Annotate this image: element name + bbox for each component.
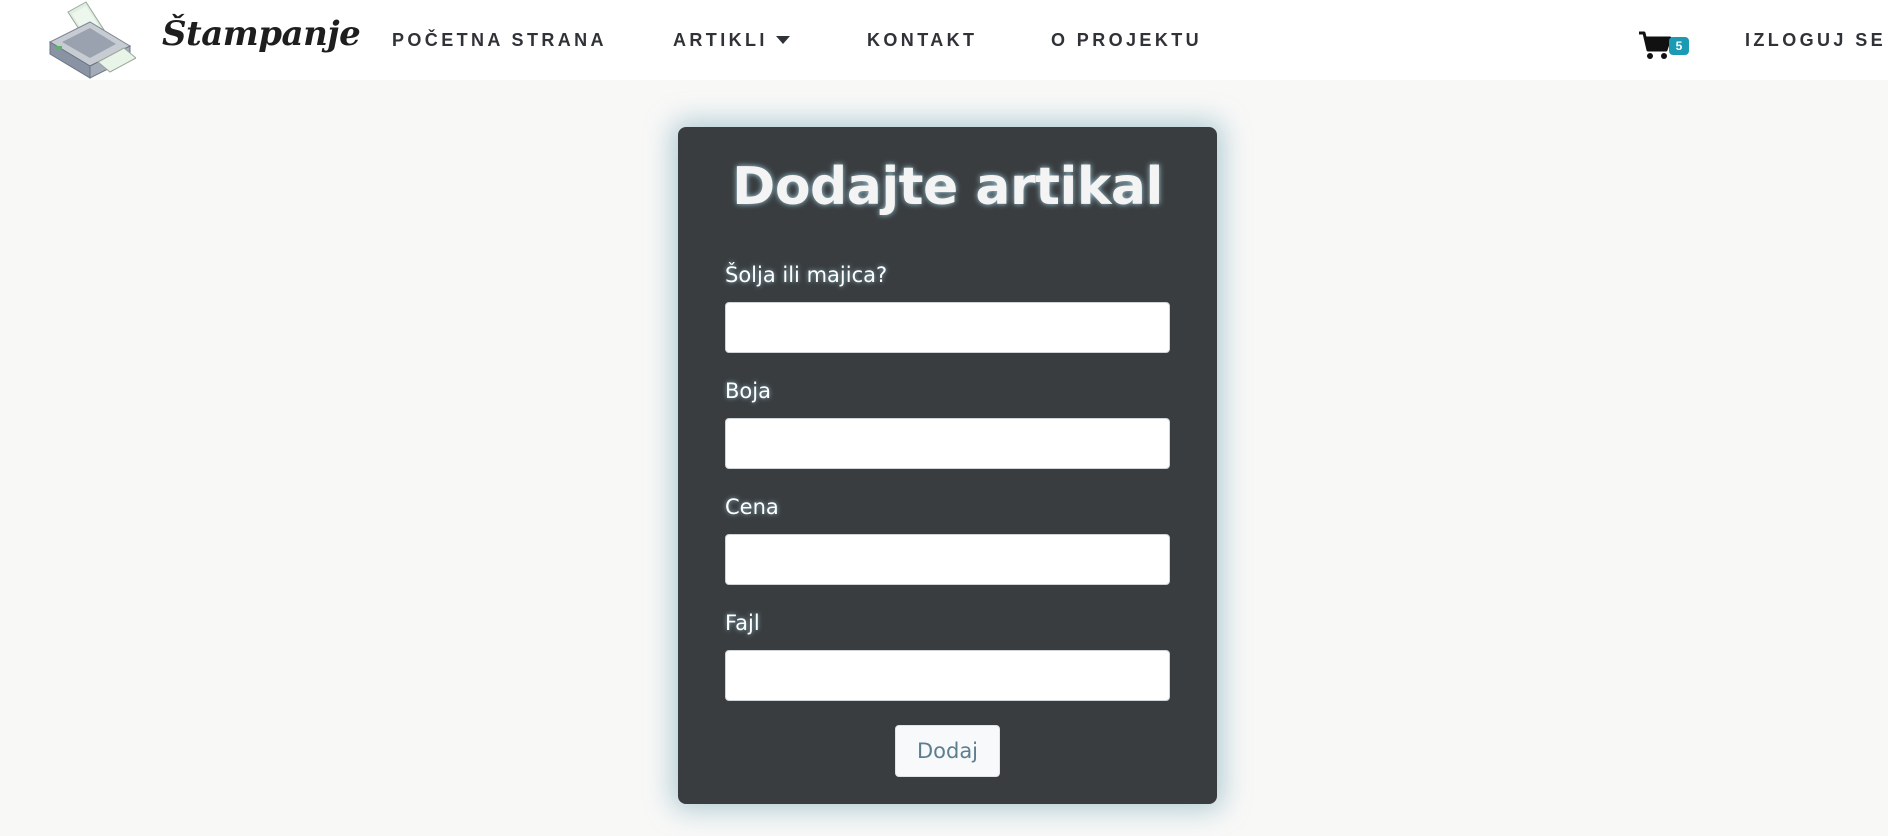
nav-link-about[interactable]: O PROJEKTU (1051, 30, 1202, 51)
caret-down-icon (775, 36, 790, 44)
nav-link-articles-dropdown[interactable]: ARTIKLI (673, 30, 790, 51)
nav-link-articles-label: ARTIKLI (673, 30, 768, 50)
add-button[interactable]: Dodaj (895, 725, 1000, 777)
shopping-cart-icon (1639, 31, 1672, 59)
navbar: Štampanje POČETNA STRANA ARTIKLI KONTAKT… (0, 0, 1888, 80)
add-article-card: Dodajte artikal Šolja ili majica? Boja C… (678, 127, 1217, 804)
price-label: Cena (725, 495, 779, 519)
color-label: Boja (725, 379, 771, 403)
product-type-label: Šolja ili majica? (725, 263, 888, 287)
cart-count-badge: 5 (1669, 37, 1689, 55)
logout-link[interactable]: IZLOGUJ SE (1745, 30, 1886, 51)
nav-link-home[interactable]: POČETNA STRANA (392, 30, 607, 51)
product-type-input[interactable] (725, 302, 1170, 353)
file-input[interactable] (725, 650, 1170, 701)
nav-link-contact[interactable]: KONTAKT (867, 30, 977, 51)
brand-title[interactable]: Štampanje (162, 14, 361, 54)
cart-button[interactable]: 5 (1638, 28, 1694, 62)
price-input[interactable] (725, 534, 1170, 585)
color-input[interactable] (725, 418, 1170, 469)
form-title: Dodajte artikal (732, 157, 1163, 217)
printer-icon[interactable] (46, 0, 136, 80)
file-label: Fajl (725, 611, 760, 635)
